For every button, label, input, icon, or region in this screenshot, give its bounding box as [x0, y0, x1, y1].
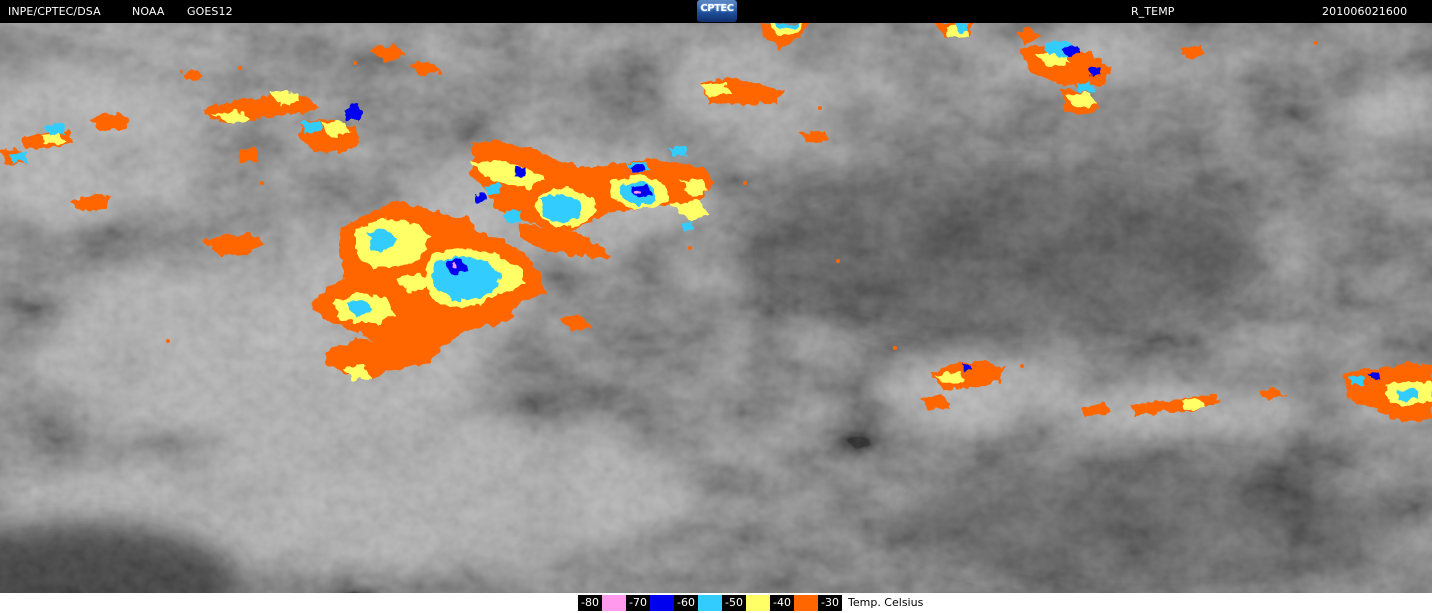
legend-label-60: -60: [674, 595, 698, 611]
org-label: INPE/CPTEC/DSA: [8, 5, 101, 18]
legend-label-80: -80: [578, 595, 602, 611]
satellite-imagery: [0, 23, 1432, 593]
agency-label: NOAA: [132, 5, 165, 18]
color-legend: -80 -70 -60 -50 -40 -30 Temp. Celsius: [0, 593, 1432, 613]
legend-swatch-40: [794, 595, 818, 611]
legend-swatch-70: [650, 595, 674, 611]
legend-label-70: -70: [626, 595, 650, 611]
logo-text: CPTEC: [700, 3, 734, 14]
satellite-image-viewer: INPE/CPTEC/DSA NOAA GOES12 CPTEC R_TEMP …: [0, 0, 1432, 613]
legend-bar: -80 -70 -60 -50 -40 -30 Temp. Celsius: [578, 595, 923, 611]
legend-unit: Temp. Celsius: [848, 596, 924, 609]
legend-swatch-50: [746, 595, 770, 611]
legend-swatch-60: [698, 595, 722, 611]
legend-label-40: -40: [770, 595, 794, 611]
satellite-label: GOES12: [187, 5, 233, 18]
product-label: R_TEMP: [1131, 5, 1175, 18]
legend-label-50: -50: [722, 595, 746, 611]
header-bar: INPE/CPTEC/DSA NOAA GOES12 CPTEC R_TEMP …: [0, 0, 1432, 23]
legend-swatch-80: [602, 595, 626, 611]
satellite-map: [0, 23, 1432, 593]
timestamp-label: 201006021600: [1322, 5, 1408, 18]
legend-label-30: -30: [818, 595, 842, 611]
cptec-logo: CPTEC: [697, 0, 737, 22]
